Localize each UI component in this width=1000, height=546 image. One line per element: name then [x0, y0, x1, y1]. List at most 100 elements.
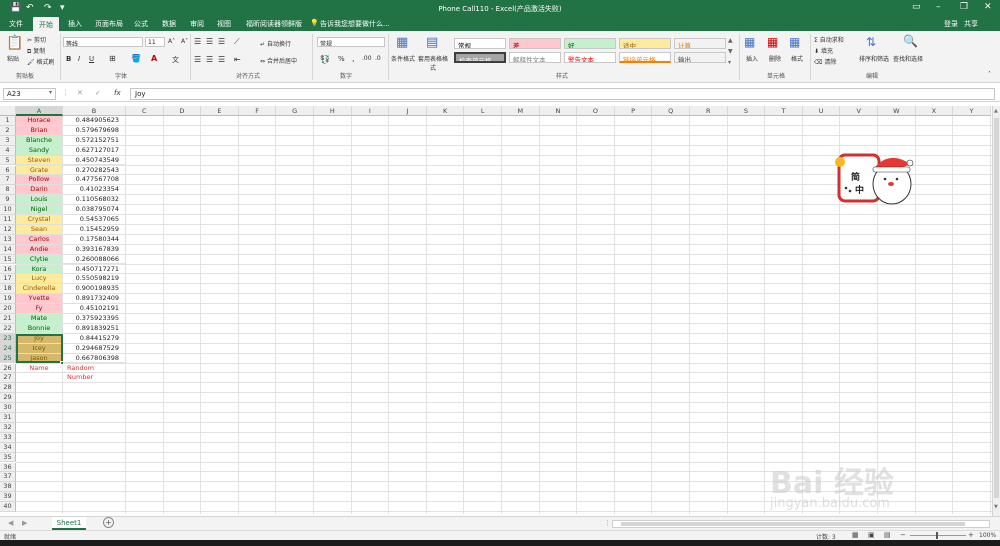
row-header[interactable]: 40 [0, 502, 16, 512]
add-sheet-button[interactable]: + [103, 517, 114, 528]
row-header[interactable]: 27 [0, 373, 16, 384]
cell-random-number[interactable]: 0.572152751 [63, 135, 126, 146]
cell-random-number[interactable]: 0.891732409 [63, 294, 126, 305]
row-header[interactable]: 4 [0, 145, 16, 156]
cell-style-4[interactable]: 计算 [674, 38, 726, 49]
cell-name[interactable]: Fy [16, 304, 63, 314]
cell-name[interactable]: Horace [16, 116, 63, 126]
close-button[interactable]: ✕ [984, 2, 992, 12]
row-header[interactable]: 23 [0, 333, 16, 344]
row-header[interactable]: 36 [0, 462, 16, 473]
cell-random-number[interactable]: 0.627127017 [63, 145, 126, 156]
cell-random-number[interactable]: Random Number [63, 363, 126, 381]
cell-random-number[interactable]: 0.550598219 [63, 274, 126, 285]
row-header[interactable]: 30 [0, 403, 16, 413]
copy-button[interactable]: ⧉ 复制 [27, 46, 45, 56]
cell-name[interactable]: Bonnie [16, 323, 63, 334]
column-header[interactable]: R [690, 106, 728, 116]
column-header[interactable]: V [840, 106, 878, 116]
tab-foxit-reader[interactable]: 福昕阅读器领鲜版 [246, 19, 302, 29]
next-sheet-icon[interactable]: ▶ [22, 519, 27, 527]
column-header[interactable]: P [614, 106, 653, 116]
tab-data[interactable]: 数据 [162, 19, 176, 29]
find-select-button[interactable]: 查找和选择 [893, 54, 923, 63]
cell-random-number[interactable]: 0.450717271 [63, 264, 126, 275]
column-header[interactable]: U [802, 106, 841, 116]
zoom-out-icon[interactable]: − [900, 531, 906, 539]
paste-button[interactable]: 粘贴 [7, 54, 19, 63]
row-header[interactable]: 32 [0, 422, 16, 433]
row-header[interactable]: 39 [0, 492, 16, 503]
cell-name[interactable]: Louis [16, 195, 63, 206]
bold-button[interactable]: B [66, 55, 71, 63]
row-header[interactable]: 8 [0, 185, 16, 196]
cell-name[interactable]: Mate [16, 314, 63, 324]
fill-handle[interactable] [60, 360, 64, 365]
cell-style-9[interactable]: 输出 [674, 52, 726, 63]
cell-name[interactable]: Yvette [16, 294, 63, 305]
row-header[interactable]: 33 [0, 432, 16, 443]
column-header[interactable]: W [878, 106, 916, 116]
cell-random-number[interactable]: 0.260088066 [63, 254, 126, 265]
login-link[interactable]: 登录 [944, 19, 958, 29]
name-box-dropdown-icon[interactable]: ▾ [49, 89, 52, 96]
cell-random-number[interactable]: 0.84415279 [63, 333, 126, 344]
zoom-slider-thumb[interactable] [936, 532, 938, 539]
cell-name[interactable]: Brian [16, 125, 63, 136]
cell-name[interactable]: Carlos [16, 234, 63, 245]
cell-name[interactable]: Kora [16, 264, 63, 275]
shrink-font-button[interactable]: A˅ [181, 38, 188, 45]
decrease-decimal-icon[interactable]: .0 [375, 55, 381, 62]
cell-name[interactable]: Nigel [16, 205, 63, 215]
cell-style-3[interactable]: 适中 [619, 38, 671, 49]
column-header[interactable]: L [464, 106, 502, 116]
format-cells-button[interactable]: 格式 [791, 54, 803, 63]
cell-name[interactable]: Blanche [16, 135, 63, 146]
cell-random-number[interactable]: 0.41023354 [63, 185, 126, 196]
sort-filter-icon[interactable]: ⇅ [866, 35, 876, 49]
horizontal-scroll-thumb[interactable] [621, 522, 965, 526]
cell-style-1[interactable]: 差 [509, 38, 561, 49]
row-header[interactable]: 12 [0, 224, 16, 235]
border-icon[interactable]: ⊞ [109, 54, 116, 63]
merge-center-button[interactable]: ⇔ 合并后居中 [260, 56, 297, 65]
column-header[interactable]: I [351, 106, 390, 116]
cell-name[interactable]: Andie [16, 244, 63, 255]
column-header[interactable]: H [314, 106, 352, 116]
formula-input[interactable]: Joy [130, 88, 995, 100]
percent-button[interactable]: % [338, 55, 345, 63]
increase-decimal-icon[interactable]: .00 [362, 55, 372, 62]
align-right-icon[interactable]: ☰ [218, 55, 225, 64]
font-size-select[interactable]: 11 [145, 37, 165, 47]
cell-name[interactable]: Sean [16, 224, 63, 235]
tab-review[interactable]: 审阅 [190, 19, 204, 29]
paste-icon[interactable]: 📋 [6, 35, 23, 51]
page-layout-view-icon[interactable]: ▣ [868, 531, 875, 539]
align-middle-icon[interactable]: ☰ [206, 37, 213, 46]
row-header[interactable]: 11 [0, 215, 16, 225]
cell-name[interactable]: Cinderella [16, 284, 63, 295]
cell-random-number[interactable]: 0.579679698 [63, 125, 126, 136]
cell-random-number[interactable]: 0.15452959 [63, 224, 126, 235]
row-header[interactable]: 37 [0, 472, 16, 483]
column-header[interactable]: G [276, 106, 314, 116]
row-header[interactable]: 16 [0, 264, 16, 275]
align-left-icon[interactable]: ☰ [194, 55, 201, 64]
horizontal-scrollbar[interactable] [612, 520, 990, 528]
enter-formula-button[interactable]: ✓ [95, 89, 101, 97]
table-format-icon[interactable]: ▤ [426, 35, 438, 50]
row-header[interactable]: 25 [0, 353, 16, 364]
column-header[interactable]: C [126, 106, 164, 116]
cell-name[interactable]: Grate [16, 165, 63, 176]
number-format-select[interactable]: 常规 [317, 37, 385, 47]
prev-sheet-icon[interactable]: ◀ [8, 519, 13, 527]
row-header[interactable]: 20 [0, 304, 16, 314]
column-header[interactable]: D [163, 106, 202, 116]
cell-style-5[interactable]: 检查单元格 [454, 52, 506, 63]
cell-random-number[interactable]: 0.891839251 [63, 323, 126, 334]
tab-file[interactable]: 文件 [9, 19, 23, 29]
comma-button[interactable]: , [352, 54, 355, 63]
cut-button[interactable]: ✂ 剪切 [27, 35, 46, 44]
tab-home[interactable]: 开始 [33, 17, 59, 31]
cell-style-7[interactable]: 警告文本 [564, 52, 616, 63]
